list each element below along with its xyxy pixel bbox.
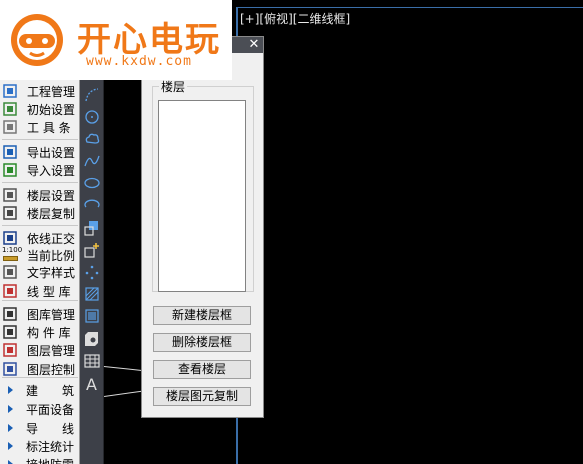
menu-group-label: 导 线 (26, 421, 75, 436)
floor-dialog: ✕ 楼层 新建楼层框 删除楼层框 查看楼层 楼层图元复制 (141, 36, 264, 418)
site-logo: 开心电玩 www.kxdw.com (0, 0, 232, 80)
menu-item[interactable]: 工 具 条 (0, 118, 80, 136)
arc-icon[interactable] (82, 85, 102, 105)
menu-group-label: 接地防雷 (26, 456, 74, 464)
menu-item-label: 导出设置 (27, 145, 76, 160)
view-floor-button[interactable]: 查看楼层 (153, 360, 251, 379)
gradient-icon[interactable] (82, 306, 102, 326)
menu-item[interactable]: 楼层复制 (0, 204, 80, 222)
menu-separator (2, 182, 78, 183)
menu-item[interactable]: 图库管理 (0, 305, 80, 323)
draw-toolbar: A (80, 38, 104, 464)
menu-group[interactable]: 导 线 (0, 419, 80, 437)
menu-item[interactable]: 图层控制 (0, 360, 80, 378)
library-icon (2, 306, 20, 322)
expand-arrow-icon (8, 424, 13, 432)
expand-arrow-icon (8, 386, 13, 394)
menu-item[interactable]: 图层管理 (0, 341, 80, 359)
menu-group[interactable]: 平面设备 (0, 400, 80, 418)
region-icon[interactable] (82, 329, 102, 349)
point-icon[interactable] (82, 262, 102, 282)
close-icon[interactable]: ✕ (247, 38, 261, 52)
svg-text:A: A (86, 375, 97, 391)
expand-arrow-icon (8, 405, 13, 413)
viewport[interactable] (236, 7, 583, 464)
text-style-icon (2, 264, 20, 280)
scale-text: 1:100 (2, 246, 23, 254)
menu-item[interactable]: 文字样式 (0, 263, 80, 281)
menu-item[interactable]: 1:100 当前比例 (0, 246, 80, 264)
menu-item-label: 当前比例 (27, 248, 76, 263)
logo-face-icon (11, 14, 63, 66)
menu-item-label: 导入设置 (27, 163, 76, 178)
menu-separator (2, 300, 78, 301)
menu-group-label: 标注统计 (26, 439, 75, 454)
layer-control-icon (2, 361, 20, 377)
menu-item[interactable]: 初始设置 (0, 100, 80, 118)
menu-item[interactable]: 工程管理 (0, 82, 80, 100)
menu-item-label: 文字样式 (27, 265, 76, 280)
menu-group-label: 建 筑 (26, 383, 75, 398)
menu-item[interactable]: 导出设置 (0, 143, 80, 161)
floor-list[interactable] (158, 100, 246, 292)
menu-item[interactable]: 楼层设置 (0, 186, 80, 204)
menu-item-label: 楼层复制 (27, 206, 76, 221)
expand-arrow-icon (8, 442, 13, 450)
delete-floor-frame-button[interactable]: 删除楼层框 (153, 333, 251, 352)
menu-item[interactable]: 依线正交 (0, 229, 80, 247)
menu-item[interactable]: 线 型 库 (0, 282, 80, 300)
logo-url: www.kxdw.com (86, 54, 192, 69)
toolbar-icon (2, 119, 20, 135)
make-block-icon[interactable] (82, 240, 102, 260)
linetype-icon (2, 283, 20, 299)
table-icon[interactable] (82, 351, 102, 371)
menu-item-label: 依线正交 (27, 231, 76, 246)
ellipse-icon[interactable] (82, 173, 102, 193)
circle-icon[interactable] (82, 107, 102, 127)
menu-separator (2, 139, 78, 140)
scale-icon: 1:100 (2, 246, 23, 263)
cloud-icon[interactable] (82, 129, 102, 149)
menu-group[interactable]: 标注统计 (0, 437, 80, 455)
viewport-label[interactable]: [+][俯视][二维线框] (240, 10, 350, 27)
menu-item-label: 图层控制 (27, 362, 76, 377)
menu-item[interactable]: 导入设置 (0, 161, 80, 179)
menu-item-label: 工 具 条 (27, 120, 71, 135)
floor-copy-icon (2, 205, 20, 221)
insert-block-icon[interactable] (82, 218, 102, 238)
floor-settings-icon (2, 187, 20, 203)
menu-separator (2, 377, 78, 378)
export-settings-icon (2, 144, 20, 160)
initial-settings-icon (2, 101, 20, 117)
menu-item-label: 图层管理 (27, 343, 76, 358)
menu-item-label: 图库管理 (27, 307, 76, 322)
ellipse-arc-icon[interactable] (82, 195, 102, 215)
ortho-line-icon (2, 230, 20, 246)
layer-manager-icon (2, 342, 20, 358)
menu-item-label: 构 件 库 (27, 325, 71, 340)
menu-group-label: 平面设备 (26, 402, 75, 417)
floor-group-label: 楼层 (159, 78, 188, 95)
menu-item-label: 线 型 库 (27, 284, 71, 299)
component-library-icon (2, 324, 20, 340)
import-settings-icon (2, 162, 20, 178)
text-icon[interactable]: A (82, 373, 102, 393)
project-manager-icon (2, 83, 20, 99)
spline-icon[interactable] (82, 151, 102, 171)
menu-item-label: 初始设置 (27, 102, 76, 117)
menu-item[interactable]: 构 件 库 (0, 323, 80, 341)
menu-group[interactable]: 接地防雷 (0, 455, 80, 464)
expand-arrow-icon (8, 460, 13, 464)
new-floor-frame-button[interactable]: 新建楼层框 (153, 306, 251, 325)
menu-item-label: 工程管理 (27, 84, 76, 99)
hatch-icon[interactable] (82, 284, 102, 304)
menu-group[interactable]: 建 筑 (0, 381, 80, 399)
menu-separator (2, 225, 78, 226)
copy-floor-elements-button[interactable]: 楼层图元复制 (153, 387, 251, 406)
menu-item-label: 楼层设置 (27, 188, 76, 203)
